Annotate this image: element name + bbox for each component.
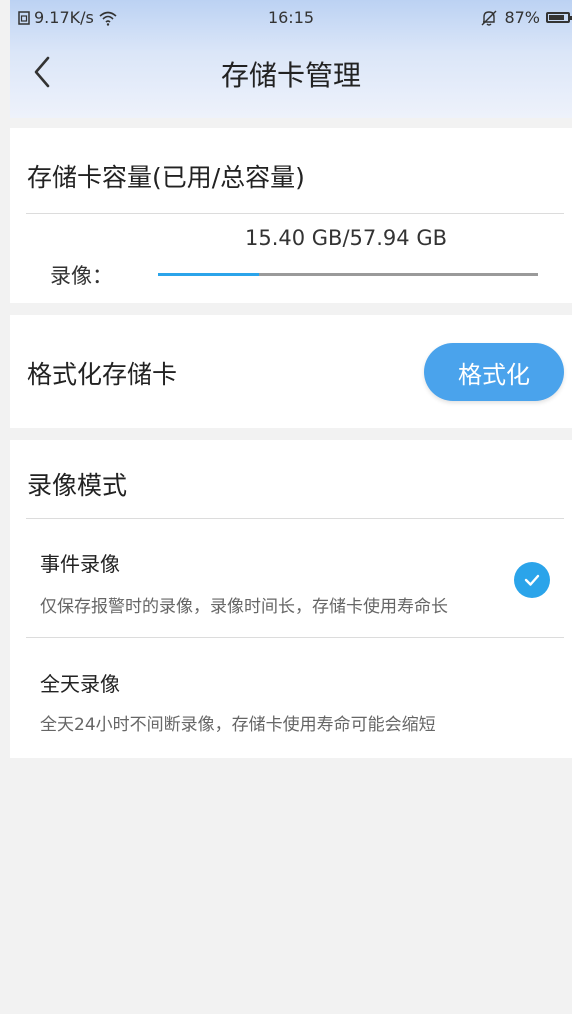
nav-bar: 存储卡管理	[10, 34, 572, 114]
battery-icon	[546, 12, 572, 23]
check-icon	[514, 562, 550, 598]
option-desc: 仅保存报警时的录像，录像时间长，存储卡使用寿命长	[40, 597, 448, 617]
format-title: 格式化存储卡	[27, 360, 178, 389]
format-button[interactable]: 格式化	[424, 343, 564, 401]
battery-percent: 87%	[504, 8, 540, 27]
capacity-title: 存储卡容量(已用/总容量)	[27, 163, 305, 192]
option-title: 全天录像	[40, 672, 120, 696]
divider	[26, 213, 564, 214]
divider	[26, 637, 564, 638]
divider	[26, 518, 564, 519]
option-title: 事件录像	[40, 552, 120, 576]
page-title: 存储卡管理	[220, 59, 361, 92]
record-mode-title: 录像模式	[27, 471, 128, 500]
format-card: 格式化存储卡 格式化	[10, 315, 572, 428]
header: 9.17K/s 16:15 87% 存储卡管理	[10, 0, 572, 118]
recording-label: 录像：	[50, 264, 113, 288]
status-bar: 9.17K/s 16:15 87%	[10, 0, 572, 34]
option-desc: 全天24小时不间断录像，存储卡使用寿命可能会缩短	[40, 715, 436, 735]
capacity-value: 15.40 GB/57.94 GB	[244, 226, 448, 250]
capacity-card: 存储卡容量(已用/总容量) 15.40 GB/57.94 GB 录像：	[10, 128, 572, 303]
alarm-off-icon	[481, 10, 497, 26]
capacity-progress-fill	[158, 273, 260, 276]
record-mode-card: 录像模式 事件录像 仅保存报警时的录像，录像时间长，存储卡使用寿命长 全天录像 …	[10, 440, 572, 758]
capacity-progress-bar	[158, 273, 538, 276]
